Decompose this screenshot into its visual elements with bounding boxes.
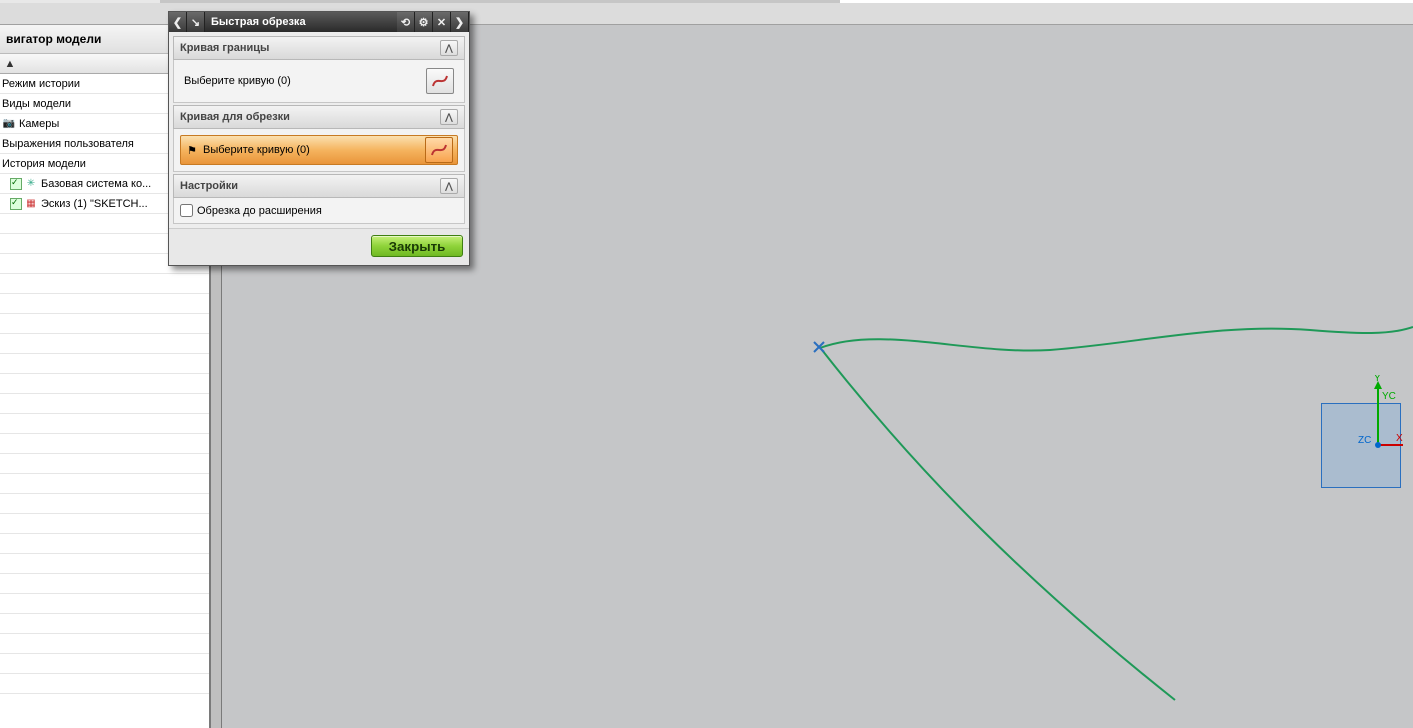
axis-label-x: X xyxy=(1396,433,1403,444)
chevron-up-icon[interactable]: ⋀ xyxy=(440,109,458,125)
tree-label: Выражения пользователя xyxy=(2,138,134,150)
dialog-title[interactable]: Быстрая обрезка xyxy=(205,12,397,32)
titlebar-pin-button[interactable]: ↘ xyxy=(187,12,205,32)
axis-label-zc: ZC xyxy=(1358,435,1371,446)
section-content-settings: Обрезка до расширения xyxy=(173,198,465,224)
dialog-titlebar[interactable]: ❮ ↘ Быстрая обрезка ⟲ ⚙ ✕ ❯ xyxy=(169,12,469,32)
tree-label: Камеры xyxy=(19,118,59,130)
titlebar-close-button[interactable]: ✕ xyxy=(433,12,451,32)
curve-picker-button[interactable] xyxy=(426,68,454,94)
quick-trim-dialog: ❮ ↘ Быстрая обрезка ⟲ ⚙ ✕ ❯ Кривая грани… xyxy=(168,11,470,266)
section-content-trim: ⚑ Выберите кривую (0) xyxy=(173,129,465,172)
empty-tree-rows xyxy=(0,214,209,694)
sort-arrow-icon[interactable]: ▲ xyxy=(0,58,20,70)
trim-to-extension-checkbox-row[interactable]: Обрезка до расширения xyxy=(180,204,458,217)
section-title: Кривая границы xyxy=(180,42,269,54)
section-content-boundary: Выберите кривую (0) xyxy=(173,60,465,103)
checkbox-icon[interactable] xyxy=(10,198,22,210)
tree-label: История модели xyxy=(2,158,86,170)
titlebar-next-button[interactable]: ❯ xyxy=(451,12,469,32)
checkbox-label: Обрезка до расширения xyxy=(197,205,322,217)
select-label: Выберите кривую (0) xyxy=(184,75,291,87)
curve-icon xyxy=(431,72,449,90)
section-header-settings[interactable]: Настройки ⋀ xyxy=(173,174,465,198)
flag-icon: ⚑ xyxy=(185,143,199,157)
work-csys-triad: YC Y X ZC xyxy=(1308,375,1403,495)
sketch-icon: ▦ xyxy=(24,197,38,211)
section-title: Кривая для обрезки xyxy=(180,111,290,123)
titlebar-undo-button[interactable]: ⟲ xyxy=(397,12,415,32)
camera-icon: 📷 xyxy=(2,117,16,131)
tree-label: Виды модели xyxy=(2,98,71,110)
axis-label-yc: YC xyxy=(1382,391,1396,402)
tree-label: Базовая система ко... xyxy=(41,178,151,190)
trim-to-extension-checkbox[interactable] xyxy=(180,204,193,217)
curve-picker-button[interactable] xyxy=(425,137,453,163)
close-button[interactable]: Закрыть xyxy=(371,235,463,257)
tree-label: Эскиз (1) "SKETCH... xyxy=(41,198,148,210)
titlebar-prev-button[interactable]: ❮ xyxy=(169,12,187,32)
tree-label: Режим истории xyxy=(2,78,80,90)
dialog-footer: Закрыть xyxy=(169,228,469,265)
curve-icon xyxy=(430,141,448,159)
select-boundary-curve-row[interactable]: Выберите кривую (0) xyxy=(180,66,458,96)
select-label: Выберите кривую (0) xyxy=(203,144,310,156)
section-title: Настройки xyxy=(180,180,238,192)
chevron-up-icon[interactable]: ⋀ xyxy=(440,40,458,56)
checkbox-icon[interactable] xyxy=(10,178,22,190)
section-header-boundary[interactable]: Кривая границы ⋀ xyxy=(173,36,465,60)
axis-label-y: Y xyxy=(1374,375,1381,384)
section-header-trim[interactable]: Кривая для обрезки ⋀ xyxy=(173,105,465,129)
csys-icon: ✳ xyxy=(24,177,38,191)
chevron-up-icon[interactable]: ⋀ xyxy=(440,178,458,194)
titlebar-settings-button[interactable]: ⚙ xyxy=(415,12,433,32)
dialog-body: Кривая границы ⋀ Выберите кривую (0) Кри… xyxy=(169,32,469,228)
select-trim-curve-row[interactable]: ⚑ Выберите кривую (0) xyxy=(180,135,458,165)
